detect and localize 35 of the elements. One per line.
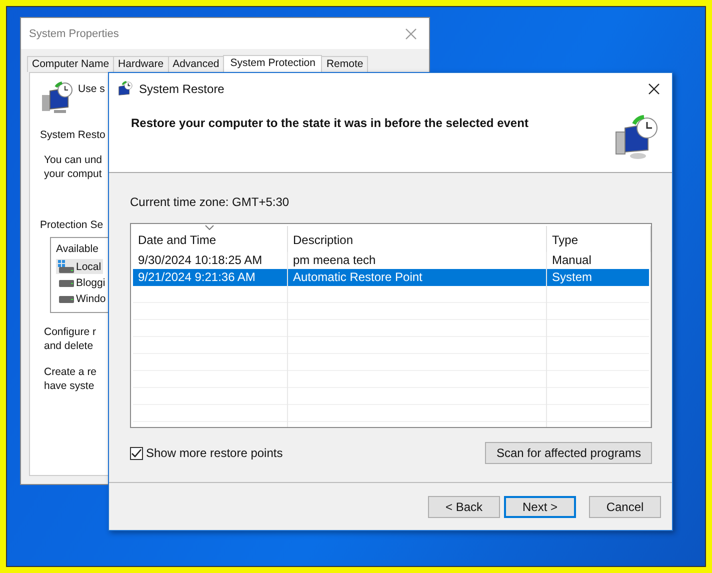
dialog-heading: Restore your computer to the state it was in before the selected event bbox=[131, 116, 528, 130]
intro-text: Use s bbox=[78, 83, 105, 95]
tab[interactable]: Remote bbox=[321, 56, 368, 72]
description-text: Create a re have syste bbox=[44, 365, 97, 393]
drive-icon bbox=[58, 279, 74, 287]
computer-clock-icon bbox=[40, 81, 74, 115]
computer-clock-icon bbox=[614, 114, 658, 160]
tab[interactable]: System Protection bbox=[223, 55, 322, 72]
drive-icon bbox=[58, 295, 74, 303]
window-title: System Restore bbox=[139, 82, 224, 96]
close-icon[interactable] bbox=[648, 82, 660, 94]
table-row[interactable]: 9/21/2024 9:21:36 AM Automatic Restore Point System bbox=[133, 269, 649, 286]
column-header[interactable]: Date and Time bbox=[133, 226, 288, 252]
description-text: You can und your comput bbox=[44, 153, 102, 181]
computer-clock-icon bbox=[117, 80, 133, 96]
sort-caret-icon bbox=[205, 225, 214, 230]
dialog-button[interactable]: < Back bbox=[428, 496, 500, 518]
show-more-checkbox[interactable]: Show more restore points bbox=[130, 446, 283, 460]
description-text: Configure r and delete bbox=[44, 325, 96, 353]
dialog-button[interactable]: Next > bbox=[504, 496, 576, 518]
column-header[interactable]: Description bbox=[288, 226, 547, 252]
checkbox[interactable] bbox=[130, 446, 143, 460]
column-header[interactable]: Type bbox=[547, 226, 651, 252]
drive-item[interactable]: Windo bbox=[56, 292, 108, 306]
section-title: Protection Se bbox=[40, 219, 104, 231]
dialog-button[interactable]: Cancel bbox=[589, 496, 661, 518]
drive-item[interactable]: Local bbox=[56, 259, 104, 274]
tab[interactable]: Computer Name bbox=[27, 56, 114, 72]
scan-button[interactable]: Scan for affected programs bbox=[485, 442, 652, 464]
drive-item[interactable]: Bloggi bbox=[56, 276, 108, 290]
window-title: System Properties bbox=[29, 28, 119, 40]
system-drive-icon bbox=[58, 260, 74, 273]
time-zone-label: Current time zone: GMT+5:30 bbox=[130, 195, 290, 209]
check-icon bbox=[131, 448, 142, 458]
section-title: System Resto bbox=[40, 129, 106, 141]
